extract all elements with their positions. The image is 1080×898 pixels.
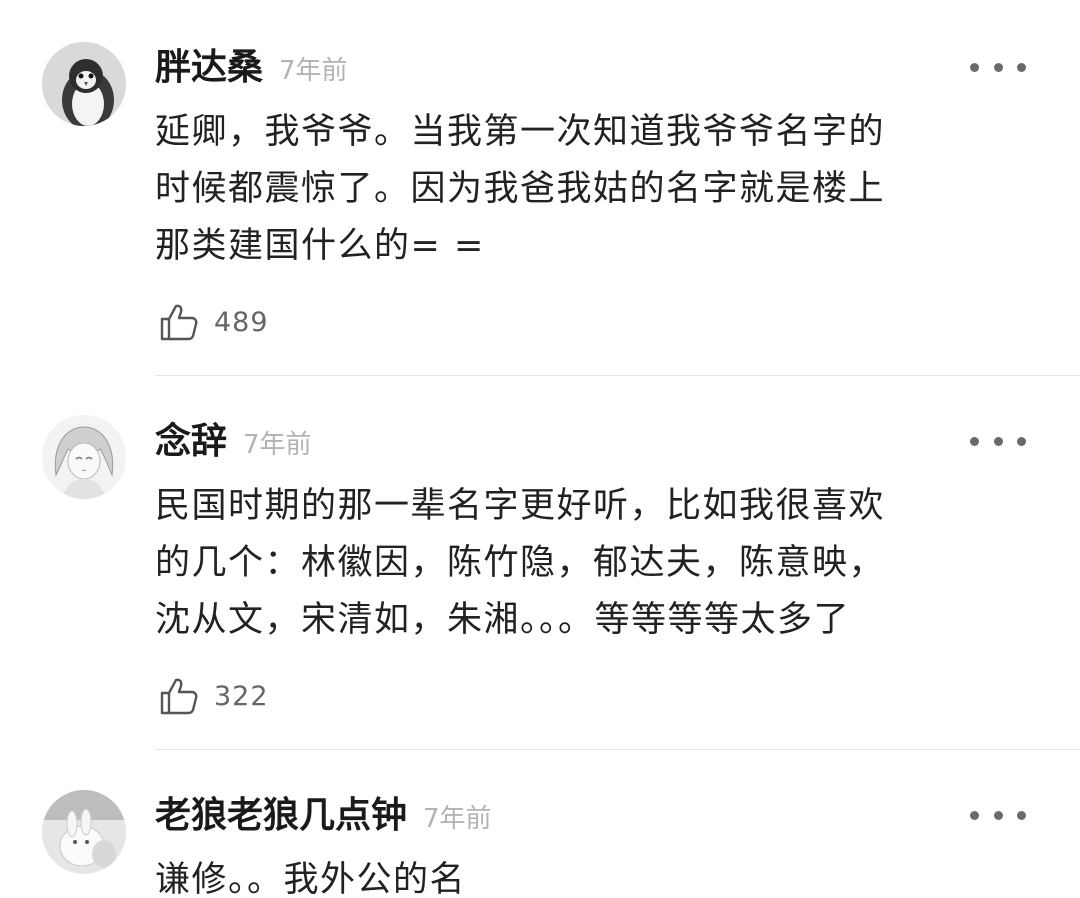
- timestamp: 7年前: [279, 56, 348, 86]
- comment-line: 民国时期的那一辈名字更好听，比如我很喜欢: [155, 486, 886, 526]
- divider: [155, 375, 1080, 376]
- username[interactable]: 胖达桑 7年前: [155, 46, 348, 93]
- comment-line: 的几个：林徽因，陈竹隐，郁达夫，陈意映，: [155, 543, 886, 583]
- penguin-avatar-icon: [42, 42, 126, 126]
- username-text: 念辞: [155, 421, 228, 462]
- dot-icon: [993, 62, 1003, 72]
- like-button[interactable]: 322: [158, 675, 269, 717]
- timestamp: 7年前: [423, 804, 492, 834]
- comment-line: 谦修。。我外公的名: [155, 860, 467, 898]
- bunny-avatar-icon: [42, 790, 126, 874]
- dot-icon: [1017, 62, 1026, 72]
- like-count: 322: [214, 680, 269, 712]
- avatar[interactable]: [42, 415, 126, 499]
- thumbs-up-icon: [160, 678, 198, 715]
- like-button[interactable]: 489: [158, 301, 269, 343]
- thumbs-up-icon: [160, 304, 198, 341]
- dot-icon: [993, 436, 1003, 446]
- comment-text: 谦修。。我外公的名: [155, 852, 1035, 898]
- timestamp: 7年前: [243, 430, 312, 460]
- divider: [155, 749, 1080, 750]
- comment-line: 延卿，我爷爷。当我第一次知道我爷爷名字的: [155, 112, 886, 152]
- dot-icon: [970, 62, 979, 72]
- anime-girl-avatar-icon: [42, 415, 126, 499]
- avatar[interactable]: [42, 42, 126, 126]
- username[interactable]: 老狼老狼几点钟 7年前: [155, 794, 492, 841]
- more-options-button[interactable]: [970, 803, 1026, 827]
- dot-icon: [970, 436, 979, 446]
- comment-line: 那类建国什么的= =: [155, 226, 485, 266]
- username[interactable]: 念辞 7年前: [155, 420, 312, 467]
- username-text: 老狼老狼几点钟: [155, 795, 408, 836]
- dot-icon: [1017, 810, 1026, 820]
- like-count: 489: [214, 306, 269, 338]
- comment-text: 民国时期的那一辈名字更好听，比如我很喜欢 的几个：林徽因，陈竹隐，郁达夫，陈意映…: [155, 478, 1035, 649]
- username-text: 胖达桑: [155, 47, 264, 88]
- comment-text: 延卿，我爷爷。当我第一次知道我爷爷名字的 时候都震惊了。因为我爸我姑的名字就是楼…: [155, 104, 1035, 275]
- dot-icon: [970, 810, 979, 820]
- comment-line: 沈从文，宋清如，朱湘。。。等等等等太多了: [155, 600, 851, 640]
- more-options-button[interactable]: [970, 55, 1026, 79]
- avatar[interactable]: [42, 790, 126, 874]
- comment-feed: 胖达桑 7年前 延卿，我爷爷。当我第一次知道我爷爷名字的 时候都震惊了。因为我爸我…: [0, 0, 1080, 898]
- dot-icon: [993, 810, 1003, 820]
- comment-line: 时候都震惊了。因为我爸我姑的名字就是楼上: [155, 169, 886, 209]
- dot-icon: [1017, 436, 1026, 446]
- more-options-button[interactable]: [970, 429, 1026, 453]
